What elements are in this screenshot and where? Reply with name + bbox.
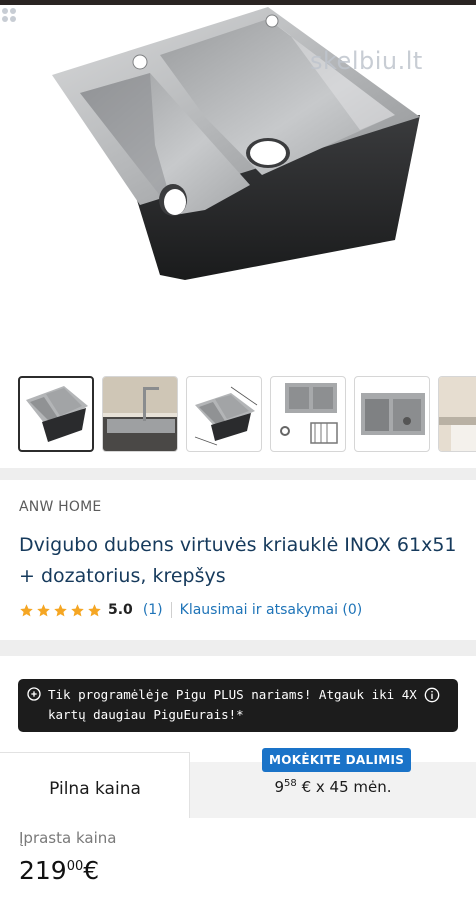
questions-answers-link[interactable]: Klausimai ir atsakymai (0) (180, 602, 363, 618)
thumb-sink-top-view[interactable] (18, 376, 94, 452)
section-divider (0, 468, 476, 480)
installments-badge: MOKĖKITE DALIMIS (262, 748, 412, 772)
watermark: skelbiu.lt (310, 47, 423, 75)
rating-row: 5.0 (1) Klausimai ir atsakymai (0) (19, 600, 362, 620)
divider (170, 602, 172, 618)
product-main-image[interactable]: skelbiu.lt (0, 5, 476, 360)
thumbnail-strip[interactable] (18, 376, 476, 452)
tab-full-price[interactable]: Pilna kaina (0, 752, 190, 818)
star-icon (37, 603, 50, 616)
cashback-icon (27, 687, 41, 701)
rating-stars (19, 603, 102, 618)
installment-price[interactable]: 958 € x 45 mėn. (190, 778, 476, 796)
product-title: Dvigubo dubens virtuvės kriauklė INOX 61… (19, 534, 457, 587)
promo-text: Tik programėlėje Pigu PLUS nariams! Atga… (48, 687, 417, 722)
thumb-sink-accessories[interactable] (270, 376, 346, 452)
usual-price-label: Įprasta kaina (19, 829, 117, 847)
star-icon (20, 603, 33, 616)
section-divider (0, 640, 476, 656)
thumb-partial[interactable] (438, 376, 476, 452)
star-icon (88, 603, 101, 616)
product-brand[interactable]: ANW HOME (19, 499, 101, 515)
price-whole: 219 (19, 856, 67, 885)
thumb-sink-installed[interactable] (102, 376, 178, 452)
star-icon (71, 603, 84, 616)
thumb-sink-front[interactable] (354, 376, 430, 452)
star-icon (54, 603, 67, 616)
review-count-link[interactable]: (1) (143, 602, 163, 618)
plus-promo-banner[interactable]: Tik programėlėje Pigu PLUS nariams! Atga… (18, 679, 458, 732)
price-currency: € (83, 856, 100, 885)
price-cents: 00 (66, 859, 84, 874)
tab-full-price-label: Pilna kaina (49, 779, 141, 799)
installment-whole: 9 (274, 778, 285, 796)
info-icon[interactable] (424, 687, 440, 703)
watermark-logo-icon (2, 8, 16, 22)
installment-suffix: € x 45 mėn. (301, 778, 392, 796)
rating-score: 5.0 (108, 602, 133, 618)
product-price: 21900€ (19, 856, 99, 885)
thumb-sink-dimensions[interactable] (186, 376, 262, 452)
installment-cents: 58 (284, 778, 297, 789)
